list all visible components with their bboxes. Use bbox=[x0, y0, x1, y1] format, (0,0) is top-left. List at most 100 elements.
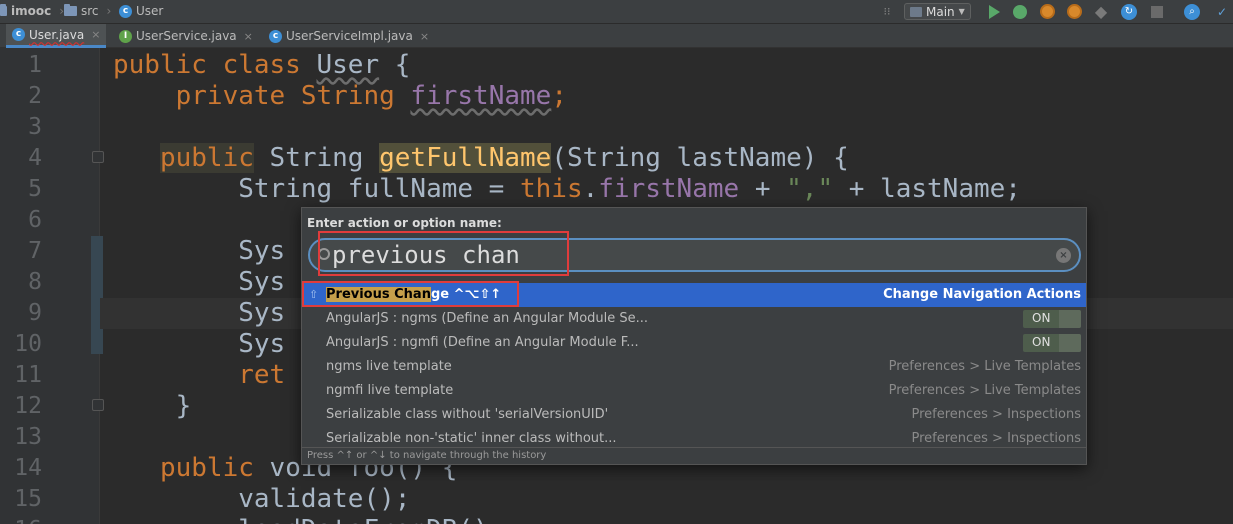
editor-tab-bar: c User.java × I UserService.java × c Use… bbox=[0, 24, 1233, 48]
close-icon[interactable]: × bbox=[420, 30, 429, 43]
profile-button[interactable] bbox=[1065, 3, 1083, 20]
chevron-down-icon: ▼ bbox=[958, 7, 965, 16]
class-icon: c bbox=[269, 29, 282, 43]
field-name: firstName bbox=[410, 81, 552, 111]
attach-icon: ◆ bbox=[1094, 2, 1108, 21]
line-number: 13 bbox=[14, 424, 42, 450]
code-text: + lastName; bbox=[833, 174, 1021, 204]
result-item[interactable]: ngmfi live template Preferences > Live T… bbox=[302, 379, 1086, 403]
toggle-knob bbox=[1059, 310, 1081, 328]
stop-icon bbox=[1151, 5, 1163, 18]
close-icon[interactable]: × bbox=[91, 28, 100, 41]
update-icon: ↻ bbox=[1121, 3, 1137, 20]
code-text: + bbox=[739, 174, 787, 204]
fold-icon[interactable] bbox=[92, 151, 104, 163]
code-line-8: Sys bbox=[113, 267, 286, 297]
folder-icon bbox=[64, 4, 77, 16]
result-label: Serializable class without 'serialVersio… bbox=[326, 407, 609, 422]
code-line-15: validate(); bbox=[113, 484, 411, 514]
line-number: 9 bbox=[28, 300, 42, 326]
breadcrumb-folder-label: src bbox=[81, 4, 99, 18]
run-with-coverage-button[interactable] bbox=[1038, 3, 1056, 20]
method-name: getFullName bbox=[379, 143, 552, 173]
vcs-icon[interactable]: ✓ bbox=[1214, 3, 1230, 20]
result-label: AngularJS : ngms (Define an Angular Modu… bbox=[326, 311, 649, 326]
toggle-label: ON bbox=[1032, 311, 1051, 325]
line-number: 2 bbox=[28, 83, 42, 109]
run-button[interactable] bbox=[987, 3, 1001, 20]
code-line-10: Sys bbox=[113, 329, 286, 359]
bug-icon bbox=[1013, 4, 1027, 19]
line-number: 14 bbox=[14, 455, 42, 481]
line-number: 7 bbox=[28, 238, 42, 264]
on-off-toggle[interactable]: ON bbox=[1023, 334, 1081, 352]
keyword: public class bbox=[113, 50, 317, 80]
breadcrumb-separator: › bbox=[106, 4, 112, 18]
project-folder-icon bbox=[0, 4, 7, 16]
result-group: Preferences > Live Templates bbox=[888, 383, 1081, 398]
navigation-bar: imooc › src › c User ⁝⁝ Main ▼ ◆ ↻ ⌕ ✓ bbox=[0, 0, 1233, 24]
line-number: 3 bbox=[28, 114, 42, 140]
line-number: 16 bbox=[0, 515, 42, 524]
code-text: . bbox=[582, 174, 599, 204]
tab-label: User.java bbox=[29, 27, 85, 42]
debug-button[interactable] bbox=[1012, 3, 1028, 20]
breadcrumb-project-label: imooc bbox=[11, 4, 52, 18]
result-label: Serializable non-'static' inner class wi… bbox=[326, 431, 617, 446]
clear-icon[interactable]: × bbox=[1056, 248, 1071, 263]
class-icon: c bbox=[12, 28, 25, 41]
tab-userserviceimpl-java[interactable]: c UserServiceImpl.java × bbox=[263, 24, 435, 48]
profile-icon bbox=[1066, 4, 1082, 19]
class-name: User bbox=[316, 50, 380, 80]
code-text: String bbox=[253, 143, 380, 173]
line-number: 12 bbox=[14, 393, 42, 419]
play-icon bbox=[988, 4, 1000, 19]
search-everywhere-button[interactable]: ⌕ bbox=[1182, 3, 1202, 20]
code-text: ; bbox=[551, 81, 567, 111]
line-number: 6 bbox=[28, 207, 42, 233]
run-config-icon bbox=[910, 6, 922, 17]
run-config-label: Main bbox=[926, 4, 955, 19]
attach-debugger-button[interactable]: ◆ bbox=[1093, 2, 1109, 21]
update-button[interactable]: ↻ bbox=[1120, 3, 1138, 20]
result-group: Change Navigation Actions bbox=[883, 287, 1081, 302]
breadcrumb-file[interactable]: c User bbox=[119, 3, 163, 19]
search-icon: ⌕ bbox=[1184, 3, 1200, 20]
tab-label: UserService.java bbox=[136, 29, 237, 43]
run-configuration-select[interactable]: Main ▼ bbox=[904, 3, 971, 20]
tab-user-java[interactable]: c User.java × bbox=[6, 24, 107, 48]
tab-userservice-java[interactable]: I UserService.java × bbox=[113, 24, 259, 48]
keyword: private String bbox=[113, 81, 411, 111]
result-group: Preferences > Live Templates bbox=[888, 359, 1081, 374]
code-line-4: public String getFullName(String lastNam… bbox=[113, 143, 849, 174]
result-item[interactable]: Serializable class without 'serialVersio… bbox=[302, 403, 1086, 427]
toggle-knob bbox=[1059, 334, 1081, 352]
code-line-1: public class User { bbox=[113, 50, 410, 81]
keyword: this bbox=[520, 174, 583, 204]
keyword: public bbox=[159, 143, 254, 173]
popup-title: Enter action or option name: bbox=[307, 216, 502, 230]
line-number: 1 bbox=[28, 52, 42, 78]
result-item[interactable]: ngms live template Preferences > Live Te… bbox=[302, 355, 1086, 379]
stop-button[interactable] bbox=[1150, 3, 1164, 20]
breadcrumb-project[interactable]: imooc › bbox=[0, 3, 64, 19]
keyword: public bbox=[159, 453, 254, 483]
popup-footer-hint: Press ^↑ or ^↓ to navigate through the h… bbox=[302, 447, 1086, 464]
build-icon[interactable]: ⁝⁝ bbox=[879, 3, 895, 20]
code-text: (String lastName) { bbox=[551, 143, 849, 173]
result-item[interactable]: AngularJS : ngms (Define an Angular Modu… bbox=[302, 307, 1086, 331]
coverage-icon bbox=[1039, 4, 1055, 19]
annotation-box-result bbox=[302, 281, 519, 307]
interface-icon: I bbox=[119, 29, 132, 43]
vcs-change-marker[interactable] bbox=[91, 236, 103, 354]
code-line-16: loadDataFromDB(); bbox=[113, 515, 504, 524]
on-off-toggle[interactable]: ON bbox=[1023, 310, 1081, 328]
close-icon[interactable]: × bbox=[244, 30, 253, 43]
result-group: Preferences > Inspections bbox=[911, 407, 1081, 422]
fold-icon[interactable] bbox=[92, 399, 104, 411]
breadcrumb-file-label: User bbox=[136, 4, 164, 18]
result-item[interactable]: AngularJS : ngmfi (Define an Angular Mod… bbox=[302, 331, 1086, 355]
code-text: String fullName = bbox=[113, 174, 520, 204]
breadcrumb-folder[interactable]: src › bbox=[64, 3, 111, 19]
line-number: 11 bbox=[14, 362, 42, 388]
